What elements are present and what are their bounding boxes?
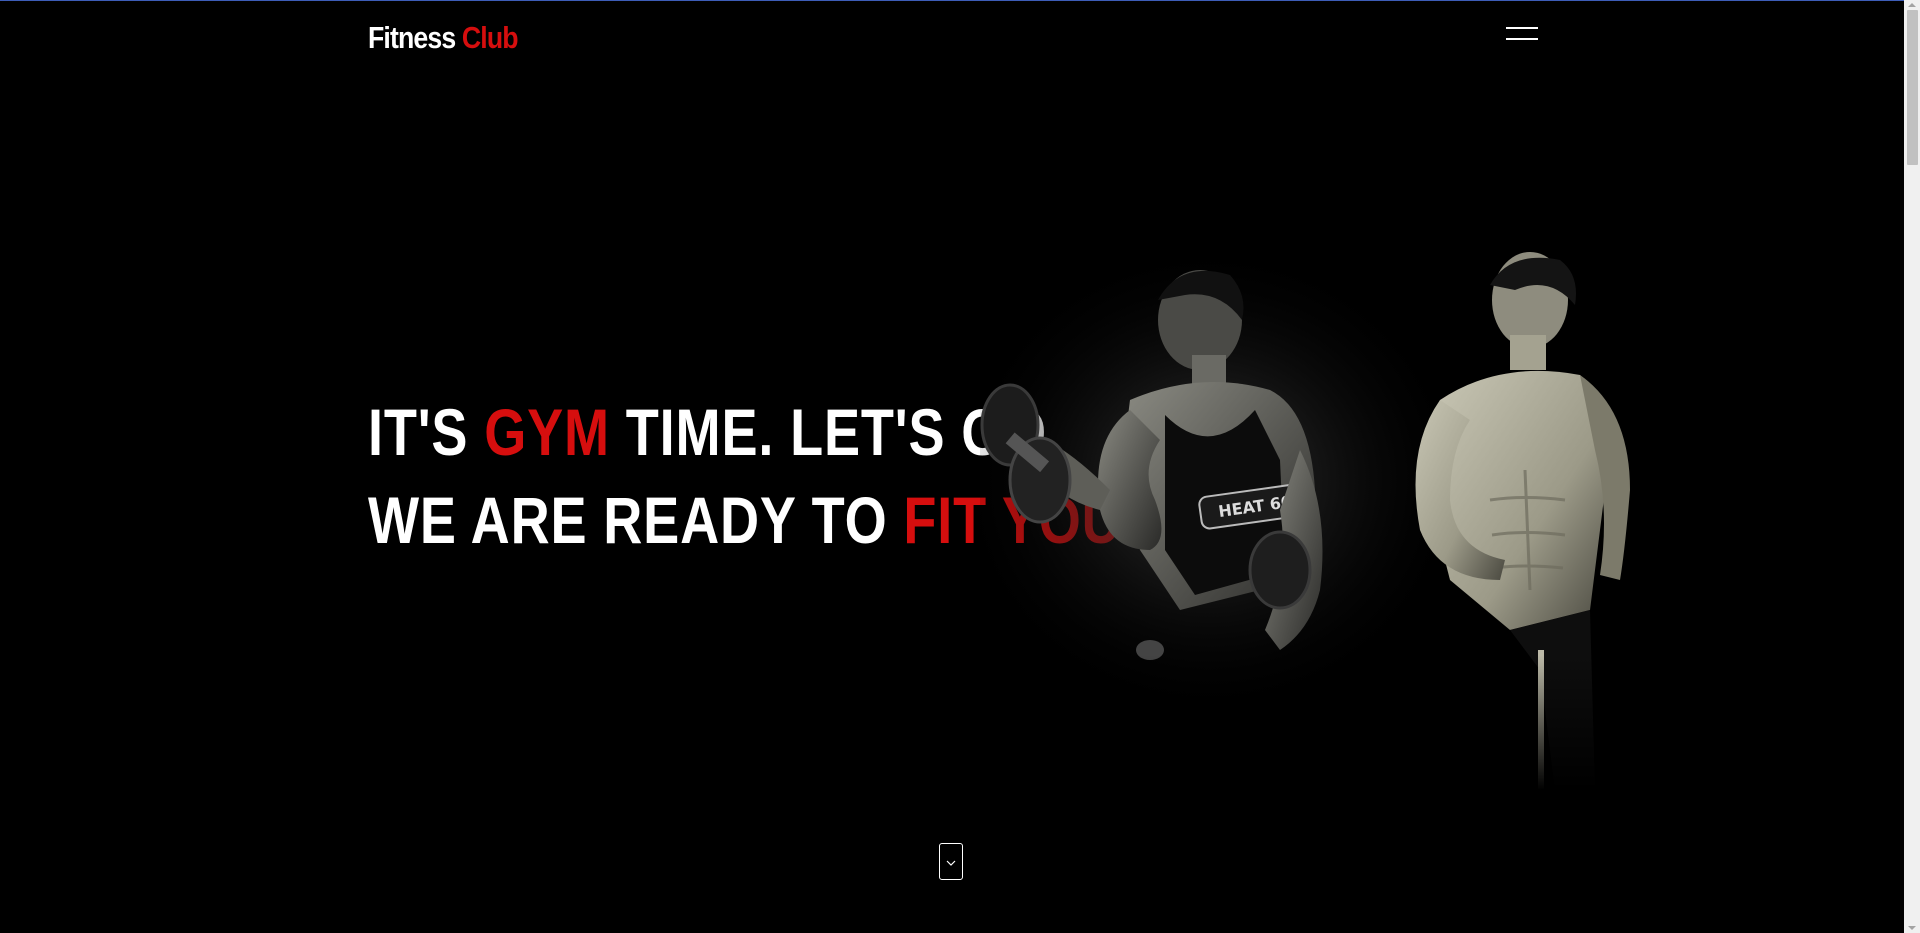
hero-line-1: IT'S GYM TIME. LET'S GO	[368, 388, 1046, 476]
hero-image: HEAT 60	[980, 250, 1720, 790]
scroll-up-arrow-icon[interactable]	[1908, 3, 1916, 7]
scrollbar-thumb[interactable]	[1907, 10, 1918, 165]
hero-line-1-highlight: GYM	[484, 395, 610, 469]
hero-line-2-text: WE ARE READY TO	[368, 483, 904, 557]
page-scrollbar[interactable]	[1904, 0, 1920, 933]
page: Fitness Club IT'S GYM TIME. LET'S GO WE …	[0, 0, 1920, 933]
scroll-down-arrow-icon[interactable]	[1908, 926, 1916, 930]
hamburger-bar	[1506, 38, 1538, 40]
chevron-down-icon	[946, 860, 956, 866]
scroll-down-button[interactable]	[939, 843, 963, 880]
window-top-border	[0, 0, 1920, 1]
site-header: Fitness Club	[368, 18, 1540, 60]
hero-line-2: WE ARE READY TO FIT YOU	[368, 476, 1121, 564]
brand-name: Fitness	[368, 20, 462, 55]
hamburger-menu-icon[interactable]	[1506, 24, 1538, 44]
hero-line-1-text: IT'S	[368, 395, 485, 469]
hero-heading: IT'S GYM TIME. LET'S GO WE ARE READY TO …	[368, 388, 1121, 564]
hamburger-bar	[1506, 27, 1538, 29]
brand-logo[interactable]: Fitness Club	[368, 20, 519, 56]
brand-name-accent: Club	[461, 20, 519, 55]
